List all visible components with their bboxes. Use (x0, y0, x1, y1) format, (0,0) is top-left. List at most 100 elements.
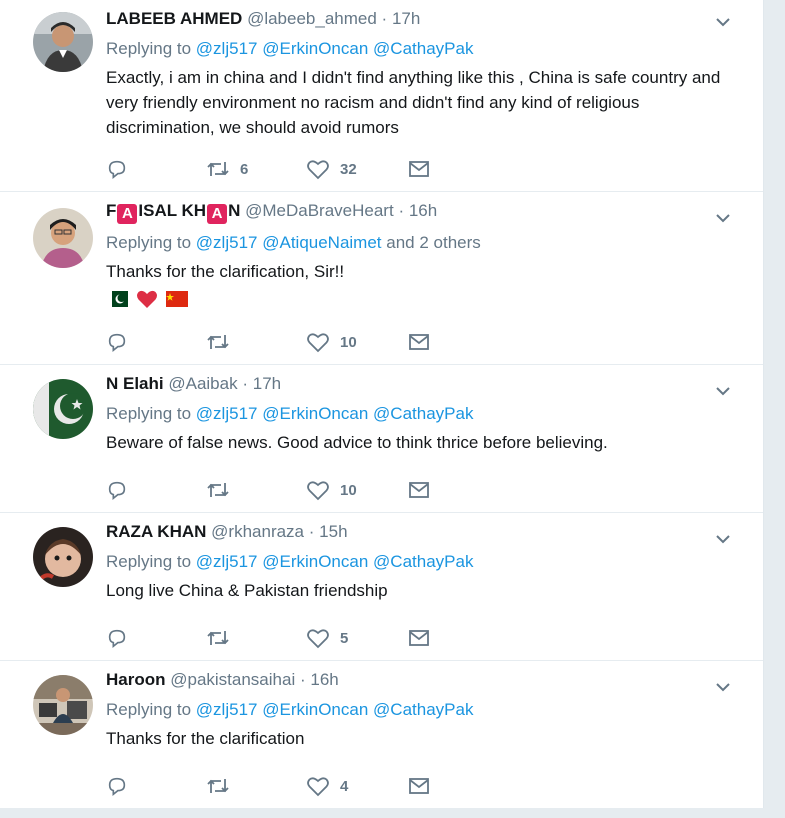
tweet-header: N Elahi @Aaibak · 17h (106, 373, 733, 395)
mention-link[interactable]: @zlj517 (196, 700, 258, 719)
tweet-body: N Elahi @Aaibak · 17h Replying to @zlj51… (106, 373, 733, 455)
tweet-item[interactable]: LABEEB AHMED @labeeb_ahmed · 17h Replyin… (0, 0, 763, 192)
tweet-actions: 6 32 (106, 157, 446, 181)
mention-link[interactable]: @ErkinOncan (262, 700, 368, 719)
chevron-down-icon[interactable] (713, 529, 733, 549)
tweet-actions: 4 (106, 774, 446, 798)
mention-link[interactable]: @CathayPak (373, 39, 473, 58)
like-button[interactable]: 10 (306, 478, 357, 502)
direct-message-button[interactable] (408, 157, 430, 181)
mention-link[interactable]: @CathayPak (373, 700, 473, 719)
reply-button[interactable] (106, 478, 128, 502)
reply-button[interactable] (106, 157, 128, 181)
timestamp[interactable]: 15h (319, 522, 347, 541)
like-count: 10 (340, 481, 357, 499)
chevron-down-icon[interactable] (713, 677, 733, 697)
mention-link[interactable]: @zlj517 (196, 233, 258, 252)
chevron-down-icon[interactable] (713, 381, 733, 401)
retweet-button[interactable] (206, 626, 240, 650)
letter-a-icon: A (207, 204, 228, 224)
display-name-part: N (228, 201, 241, 220)
mention-link[interactable]: @CathayPak (373, 552, 473, 571)
direct-message-icon (409, 778, 429, 794)
reply-button[interactable] (106, 330, 128, 354)
chevron-down-icon[interactable] (713, 208, 733, 228)
tweet-header: Haroon @pakistansaihai · 16h (106, 669, 733, 691)
mention-link[interactable]: @zlj517 (196, 552, 258, 571)
tweet-item[interactable]: Haroon @pakistansaihai · 16h Replying to… (0, 661, 763, 808)
tweet-body: F A ISAL KH A N @MeDaBraveHeart · 16h Replyi… (106, 200, 733, 310)
like-icon (307, 777, 329, 797)
direct-message-button[interactable] (408, 626, 430, 650)
replying-label: Replying to (106, 233, 192, 252)
avatar[interactable] (33, 379, 93, 439)
tweet-body: Haroon @pakistansaihai · 16h Replying to… (106, 669, 733, 751)
tweet-body: LABEEB AHMED @labeeb_ahmed · 17h Replyin… (106, 8, 733, 140)
display-name[interactable]: Haroon (106, 670, 166, 689)
direct-message-icon (409, 482, 429, 498)
retweet-count: 6 (240, 160, 249, 178)
retweet-icon (207, 483, 229, 497)
tweet-text: Thanks for the clarification (106, 729, 305, 748)
like-button[interactable]: 10 (306, 330, 357, 354)
user-handle[interactable]: @rkhanraza (211, 522, 304, 541)
mention-link[interactable]: @ErkinOncan (262, 404, 368, 423)
user-handle[interactable]: @MeDaBraveHeart (245, 201, 394, 220)
direct-message-icon (409, 161, 429, 177)
timestamp[interactable]: 16h (310, 670, 338, 689)
replying-label: Replying to (106, 552, 192, 571)
like-button[interactable]: 4 (306, 774, 348, 798)
others-link[interactable]: and 2 others (386, 233, 481, 252)
replying-label: Replying to (106, 39, 192, 58)
like-icon (307, 333, 329, 353)
avatar[interactable] (33, 208, 93, 268)
display-name[interactable]: F A ISAL KH A N (106, 201, 241, 224)
like-button[interactable]: 32 (306, 157, 357, 181)
user-handle[interactable]: @Aaibak (168, 374, 237, 393)
replying-to: Replying to @zlj517 @AtiqueNaimet and 2 … (106, 232, 733, 254)
separator-dot: · (299, 670, 306, 689)
display-name-part: ISAL KH (138, 201, 207, 220)
retweet-button[interactable] (206, 330, 240, 354)
timestamp[interactable]: 17h (253, 374, 281, 393)
timestamp[interactable]: 17h (392, 9, 420, 28)
tweet-item[interactable]: F A ISAL KH A N @MeDaBraveHeart · 16h Replyi… (0, 192, 763, 365)
separator-dot: · (242, 374, 249, 393)
direct-message-button[interactable] (408, 478, 430, 502)
mention-link[interactable]: @AtiqueNaimet (262, 233, 381, 252)
display-name[interactable]: N Elahi (106, 374, 164, 393)
like-icon (307, 481, 329, 501)
mention-link[interactable]: @ErkinOncan (262, 39, 368, 58)
mention-link[interactable]: @CathayPak (373, 404, 473, 423)
letter-a-icon: A (117, 204, 138, 224)
avatar[interactable] (33, 675, 93, 735)
display-name[interactable]: LABEEB AHMED (106, 9, 242, 28)
avatar[interactable] (33, 527, 93, 587)
mention-link[interactable]: @ErkinOncan (262, 552, 368, 571)
mention-link[interactable]: @zlj517 (196, 39, 258, 58)
like-button[interactable]: 5 (306, 626, 348, 650)
avatar[interactable] (33, 12, 93, 72)
mention-link[interactable]: @zlj517 (196, 404, 258, 423)
tweet-text: Exactly, i am in china and I didn't find… (106, 68, 721, 137)
reply-button[interactable] (106, 774, 128, 798)
display-name[interactable]: RAZA KHAN (106, 522, 206, 541)
timestamp[interactable]: 16h (409, 201, 437, 220)
direct-message-button[interactable] (408, 774, 430, 798)
replying-to: Replying to @zlj517 @ErkinOncan @CathayP… (106, 699, 733, 721)
direct-message-button[interactable] (408, 330, 430, 354)
reply-icon (108, 160, 126, 179)
retweet-button[interactable] (206, 774, 240, 798)
user-handle[interactable]: @labeeb_ahmed (247, 9, 377, 28)
reply-button[interactable] (106, 626, 128, 650)
tweet-item[interactable]: RAZA KHAN @rkhanraza · 15h Replying to @… (0, 513, 763, 661)
tweet-item[interactable]: N Elahi @Aaibak · 17h Replying to @zlj51… (0, 365, 763, 513)
chevron-down-icon[interactable] (713, 12, 733, 32)
display-name-part: F (106, 201, 117, 220)
user-handle[interactable]: @pakistansaihai (170, 670, 295, 689)
retweet-button[interactable] (206, 478, 240, 502)
like-icon (307, 160, 329, 180)
tweet-header: F A ISAL KH A N @MeDaBraveHeart · 16h (106, 200, 733, 224)
reply-icon (108, 481, 126, 500)
retweet-button[interactable]: 6 (206, 157, 248, 181)
